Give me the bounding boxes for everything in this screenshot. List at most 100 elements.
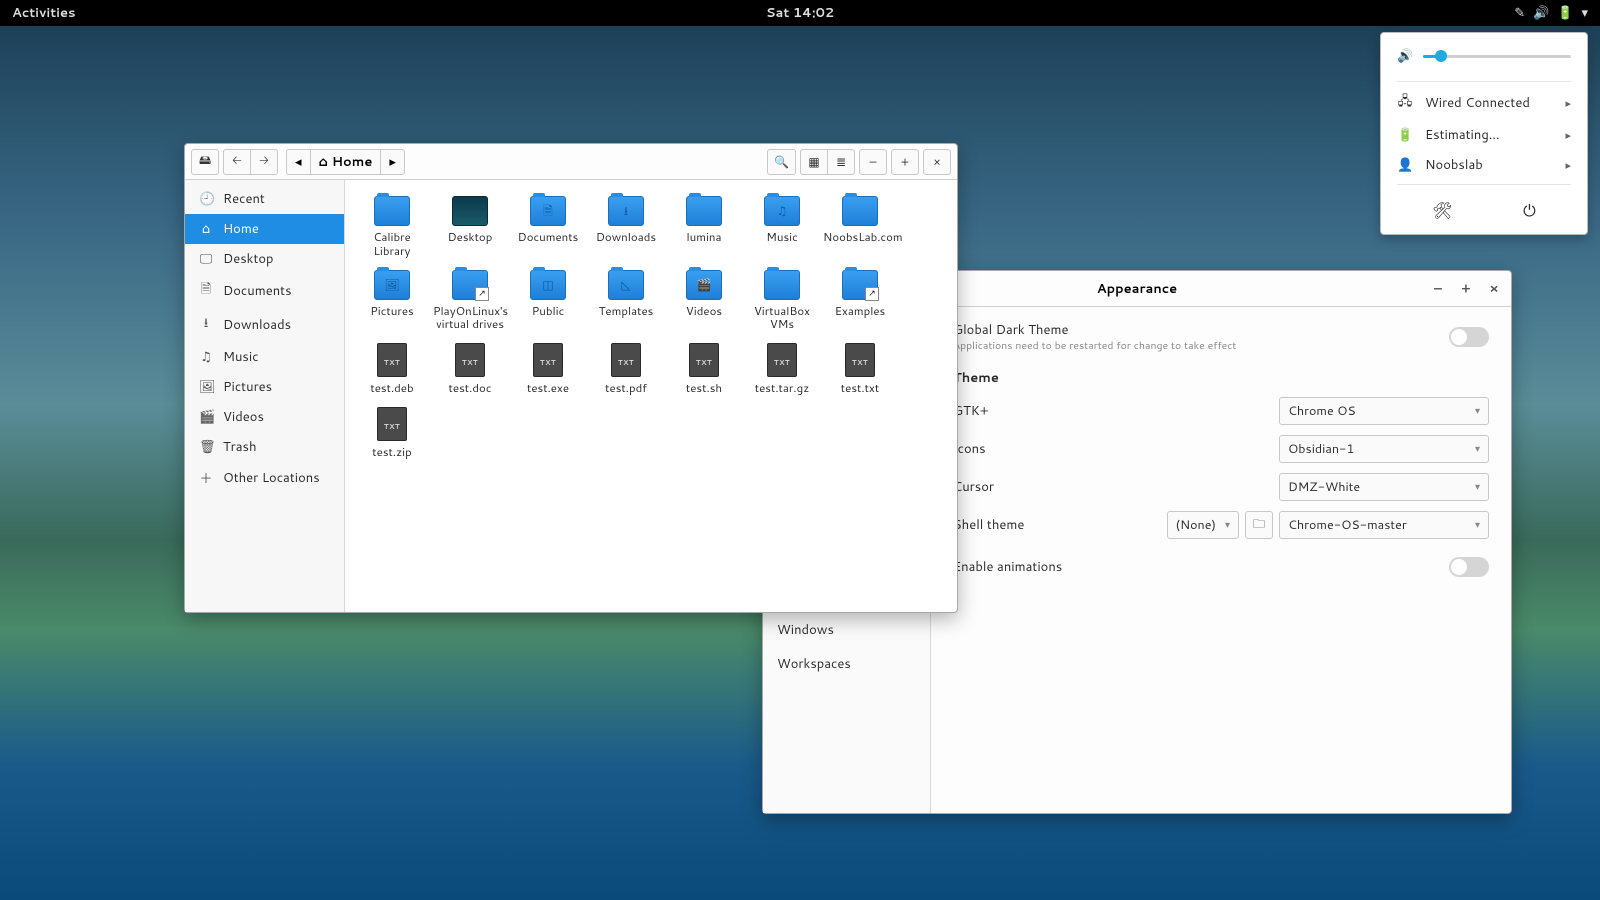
text-file-icon bbox=[533, 343, 563, 377]
theme-heading: Theme bbox=[953, 369, 1489, 387]
file-item-label: Documents bbox=[511, 230, 585, 244]
gtk-label: GTK+ bbox=[953, 402, 989, 420]
path-home-button[interactable]: ⌂ Home bbox=[310, 149, 382, 175]
close-button[interactable]: × bbox=[923, 149, 951, 175]
category-workspaces[interactable]: Workspaces bbox=[763, 647, 930, 681]
file-item-label: Videos bbox=[667, 304, 741, 318]
category-windows[interactable]: Windows bbox=[763, 613, 930, 647]
sidebar-item-downloads[interactable]: ⭳Downloads bbox=[185, 308, 344, 342]
volume-slider[interactable] bbox=[1423, 55, 1571, 58]
file-item[interactable]: Examples bbox=[821, 266, 899, 336]
other-locations-icon: ＋ bbox=[199, 468, 213, 488]
file-item[interactable]: test.txt bbox=[821, 339, 899, 399]
maximize-button[interactable]: + bbox=[891, 149, 919, 175]
minimize-button[interactable]: – bbox=[1429, 280, 1447, 298]
drive-button[interactable]: 🖴 bbox=[191, 149, 219, 175]
sidebar-item-trash[interactable]: 🗑 Trash bbox=[185, 432, 344, 462]
network-item[interactable]: 🖧 Wired Connected ▸ bbox=[1381, 86, 1587, 120]
file-item[interactable]: test.pdf bbox=[587, 339, 665, 399]
maximize-button[interactable]: + bbox=[1457, 280, 1475, 298]
file-item[interactable]: test.doc bbox=[431, 339, 509, 399]
cursor-label: Cursor bbox=[953, 478, 994, 496]
sidebar-item-desktop[interactable]: 🖵Desktop bbox=[185, 244, 344, 274]
view-list-button[interactable]: ≣ bbox=[827, 149, 855, 175]
file-item[interactable]: test.tar.gz bbox=[743, 339, 821, 399]
sidebar-item-documents[interactable]: 🗎Documents bbox=[185, 274, 344, 308]
settings-icon[interactable]: 🛠 bbox=[1432, 199, 1452, 222]
sidebar-item-label: Videos bbox=[223, 408, 264, 426]
gtk-theme-select[interactable]: Chrome OS bbox=[1279, 397, 1489, 425]
file-item[interactable]: Calibre Library bbox=[353, 192, 431, 262]
sidebar-item-home[interactable]: ⌂Home bbox=[185, 214, 344, 244]
path-prev-button[interactable]: ◂ bbox=[286, 149, 311, 175]
shell-none-select[interactable]: (None) bbox=[1167, 511, 1239, 539]
file-item[interactable]: VirtualBox VMs bbox=[743, 266, 821, 336]
file-item[interactable]: 🗎Documents bbox=[509, 192, 587, 262]
file-item-label: Pictures bbox=[355, 304, 429, 318]
file-item[interactable]: PlayOnLinux's virtual drives bbox=[431, 266, 509, 336]
shell-theme-file-button[interactable]: 🗀 bbox=[1245, 511, 1273, 539]
separator bbox=[1397, 184, 1571, 185]
path-next-button[interactable]: ▸ bbox=[380, 149, 405, 175]
music-icon: ♫ bbox=[199, 348, 213, 366]
file-icon-view[interactable]: Calibre LibraryDesktop🗎Documents⭳Downloa… bbox=[345, 180, 957, 612]
clock[interactable]: Sat 14:02 bbox=[766, 4, 834, 22]
text-file-icon bbox=[611, 343, 641, 377]
user-item[interactable]: 👤 Noobslab ▸ bbox=[1381, 150, 1587, 180]
sidebar-item-music[interactable]: ♫Music bbox=[185, 342, 344, 372]
shell-theme-select[interactable]: Chrome-OS-master bbox=[1279, 511, 1489, 539]
file-item[interactable]: NoobsLab.com bbox=[821, 192, 899, 262]
text-file-icon bbox=[845, 343, 875, 377]
file-item-label: Music bbox=[745, 230, 819, 244]
folder-icon: 🎬 bbox=[686, 270, 722, 300]
folder-icon bbox=[842, 196, 878, 226]
desktop-icon: 🖵 bbox=[199, 250, 213, 268]
file-item[interactable]: test.deb bbox=[353, 339, 431, 399]
view-icons-button[interactable]: ▦ bbox=[800, 149, 828, 175]
file-titlebar[interactable]: 🖴 🡠 🡢 ◂ ⌂ Home ▸ 🔍 ▦ ≣ – + × bbox=[185, 144, 957, 180]
animations-toggle[interactable] bbox=[1449, 557, 1489, 577]
file-item[interactable]: test.exe bbox=[509, 339, 587, 399]
file-item[interactable]: Desktop bbox=[431, 192, 509, 262]
documents-icon: 🗎 bbox=[199, 280, 213, 302]
sidebar-item-label: Trash bbox=[223, 438, 257, 456]
folder-icon bbox=[452, 270, 488, 300]
system-tray[interactable]: ✎ 🔊 🔋 ▾ bbox=[1514, 4, 1600, 22]
folder-icon: ⭳ bbox=[608, 196, 644, 226]
file-item[interactable]: ◺Templates bbox=[587, 266, 665, 336]
animations-label: Enable animations bbox=[953, 558, 1062, 576]
sidebar-item-pictures[interactable]: 🖼Pictures bbox=[185, 372, 344, 402]
icon-theme-select[interactable]: Obsidian-1 bbox=[1279, 435, 1489, 463]
file-item[interactable]: test.sh bbox=[665, 339, 743, 399]
sidebar-item-other-locations[interactable]: ＋Other Locations bbox=[185, 462, 344, 494]
file-item[interactable]: ◫Public bbox=[509, 266, 587, 336]
file-item[interactable]: lumina bbox=[665, 192, 743, 262]
user-icon: 👤 bbox=[1397, 156, 1413, 174]
sidebar-item-videos[interactable]: 🎬Videos bbox=[185, 402, 344, 432]
search-button[interactable]: 🔍 bbox=[767, 149, 796, 175]
file-item[interactable]: ♫Music bbox=[743, 192, 821, 262]
dark-theme-toggle[interactable] bbox=[1449, 327, 1489, 347]
back-button[interactable]: 🡠 bbox=[223, 149, 251, 175]
sidebar-item-recent[interactable]: 🕘Recent bbox=[185, 184, 344, 214]
power-icon[interactable]: ⏻ bbox=[1523, 199, 1536, 222]
folder-icon: 🖼 bbox=[374, 270, 410, 300]
file-item[interactable]: ⭳Downloads bbox=[587, 192, 665, 262]
trash-icon: 🗑 bbox=[199, 438, 213, 456]
cursor-theme-select[interactable]: DMZ-White bbox=[1279, 473, 1489, 501]
battery-item[interactable]: 🔋 Estimating... ▸ bbox=[1381, 120, 1587, 150]
close-button[interactable]: × bbox=[1485, 280, 1503, 298]
sidebar-item-label: Home bbox=[223, 220, 259, 238]
activities-button[interactable]: Activities bbox=[0, 4, 76, 22]
forward-button[interactable]: 🡢 bbox=[250, 149, 278, 175]
battery-icon: 🔋 bbox=[1557, 4, 1573, 22]
file-item[interactable]: 🎬 Videos bbox=[665, 266, 743, 336]
file-item[interactable]: 🖼 Pictures bbox=[353, 266, 431, 336]
text-file-icon bbox=[377, 407, 407, 441]
recent-icon: 🕘 bbox=[199, 190, 213, 208]
file-item-label: Calibre Library bbox=[355, 230, 429, 258]
minimize-button[interactable]: – bbox=[859, 149, 887, 175]
draw-icon: ✎ bbox=[1514, 4, 1525, 22]
pictures-icon: 🖼 bbox=[199, 378, 213, 396]
file-item[interactable]: test.zip bbox=[353, 403, 431, 463]
